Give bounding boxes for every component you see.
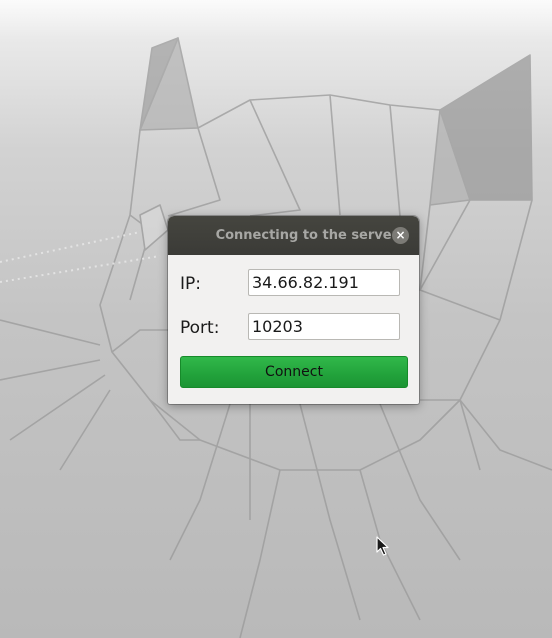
ip-label: IP: [180, 274, 201, 294]
ip-input[interactable] [248, 269, 400, 296]
connect-button[interactable]: Connect [180, 356, 408, 388]
port-input[interactable] [248, 313, 400, 340]
connect-dialog: Connecting to the server × IP: Port: Con… [168, 216, 419, 404]
dialog-title: Connecting to the server [215, 228, 398, 243]
close-icon[interactable]: × [392, 227, 409, 244]
dialog-titlebar[interactable]: Connecting to the server × [168, 216, 419, 255]
mouse-pointer-icon [376, 536, 389, 556]
port-label: Port: [180, 318, 220, 338]
